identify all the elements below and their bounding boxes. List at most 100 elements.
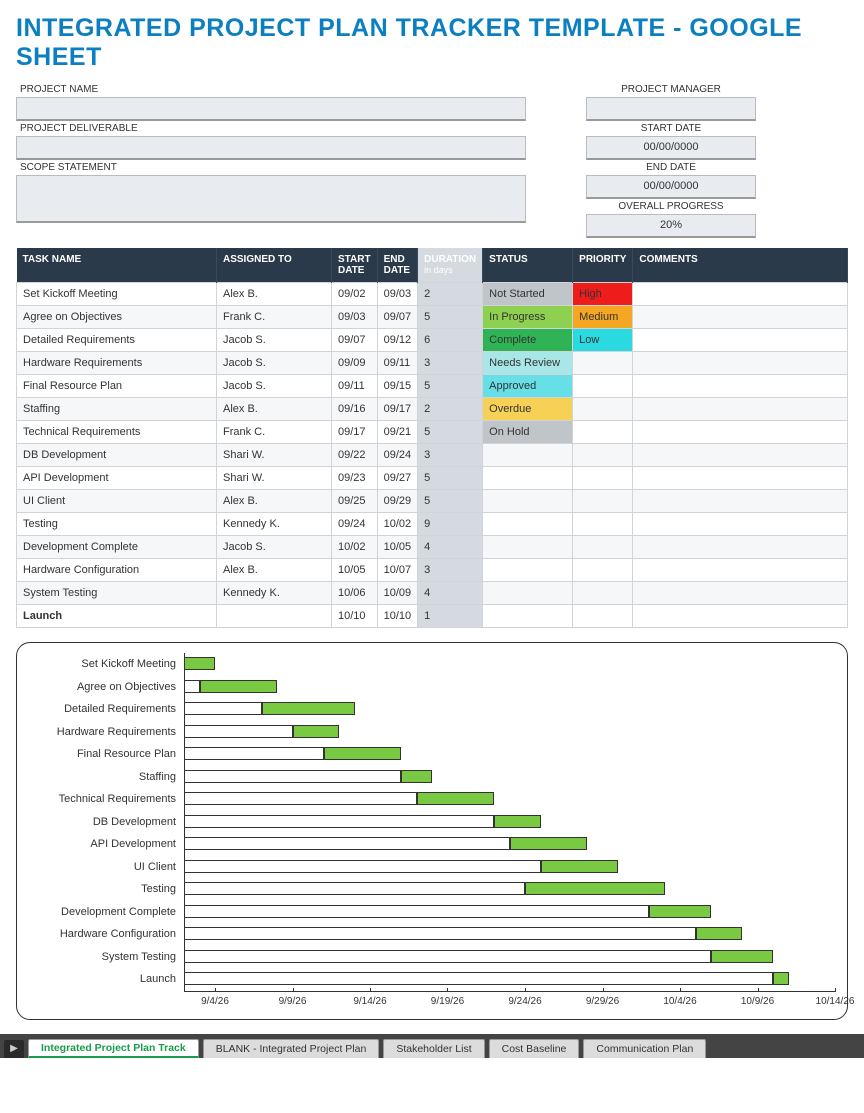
cell-task[interactable]: Final Resource Plan	[17, 375, 217, 398]
cell-start[interactable]: 09/09	[332, 352, 378, 375]
table-row[interactable]: Development CompleteJacob S.10/0210/054	[17, 536, 848, 559]
cell-priority[interactable]	[573, 421, 633, 444]
cell-priority[interactable]: Medium	[573, 306, 633, 329]
cell-assigned[interactable]: Alex B.	[217, 490, 332, 513]
table-row[interactable]: Final Resource PlanJacob S.09/1109/155Ap…	[17, 375, 848, 398]
sheet-tab[interactable]: Cost Baseline	[489, 1039, 580, 1058]
sheet-tab[interactable]: BLANK - Integrated Project Plan	[203, 1039, 380, 1058]
scope-statement-input[interactable]	[16, 175, 526, 223]
cell-duration[interactable]: 2	[418, 398, 483, 421]
cell-end[interactable]: 10/02	[377, 513, 418, 536]
cell-start[interactable]: 09/02	[332, 283, 378, 306]
cell-duration[interactable]: 6	[418, 329, 483, 352]
cell-end[interactable]: 10/07	[377, 559, 418, 582]
cell-status[interactable]	[483, 536, 573, 559]
cell-duration[interactable]: 3	[418, 559, 483, 582]
sheet-tab[interactable]: Integrated Project Plan Track	[28, 1039, 199, 1058]
cell-comments[interactable]	[633, 306, 848, 329]
table-row[interactable]: DB DevelopmentShari W.09/2209/243	[17, 444, 848, 467]
cell-end[interactable]: 09/17	[377, 398, 418, 421]
cell-comments[interactable]	[633, 398, 848, 421]
cell-priority[interactable]	[573, 536, 633, 559]
project-deliverable-input[interactable]	[16, 136, 526, 160]
sheet-nav-play-icon[interactable]: ▶	[4, 1040, 24, 1058]
cell-task[interactable]: Technical Requirements	[17, 421, 217, 444]
cell-task[interactable]: Hardware Requirements	[17, 352, 217, 375]
cell-start[interactable]: 09/22	[332, 444, 378, 467]
cell-assigned[interactable]: Kennedy K.	[217, 513, 332, 536]
table-row[interactable]: Launch10/1010/101	[17, 605, 848, 628]
cell-priority[interactable]	[573, 605, 633, 628]
table-row[interactable]: StaffingAlex B.09/1609/172Overdue	[17, 398, 848, 421]
cell-status[interactable]	[483, 513, 573, 536]
table-row[interactable]: Hardware ConfigurationAlex B.10/0510/073	[17, 559, 848, 582]
cell-task[interactable]: Set Kickoff Meeting	[17, 283, 217, 306]
cell-duration[interactable]: 4	[418, 536, 483, 559]
cell-priority[interactable]	[573, 490, 633, 513]
cell-start[interactable]: 09/23	[332, 467, 378, 490]
cell-status[interactable]: Approved	[483, 375, 573, 398]
cell-duration[interactable]: 5	[418, 421, 483, 444]
cell-assigned[interactable]: Jacob S.	[217, 329, 332, 352]
cell-task[interactable]: API Development	[17, 467, 217, 490]
cell-priority[interactable]: High	[573, 283, 633, 306]
cell-start[interactable]: 09/25	[332, 490, 378, 513]
cell-duration[interactable]: 3	[418, 444, 483, 467]
th-assigned[interactable]: ASSIGNED TO	[217, 248, 332, 283]
cell-comments[interactable]	[633, 283, 848, 306]
cell-comments[interactable]	[633, 559, 848, 582]
cell-comments[interactable]	[633, 444, 848, 467]
cell-assigned[interactable]: Jacob S.	[217, 375, 332, 398]
th-duration[interactable]: DURATIONin days	[418, 248, 483, 283]
table-row[interactable]: Agree on ObjectivesFrank C.09/0309/075In…	[17, 306, 848, 329]
cell-task[interactable]: Staffing	[17, 398, 217, 421]
cell-priority[interactable]	[573, 398, 633, 421]
cell-comments[interactable]	[633, 582, 848, 605]
cell-assigned[interactable]: Jacob S.	[217, 352, 332, 375]
th-end[interactable]: END DATE	[377, 248, 418, 283]
cell-end[interactable]: 09/27	[377, 467, 418, 490]
cell-task[interactable]: UI Client	[17, 490, 217, 513]
cell-end[interactable]: 10/10	[377, 605, 418, 628]
cell-duration[interactable]: 4	[418, 582, 483, 605]
cell-start[interactable]: 09/17	[332, 421, 378, 444]
cell-priority[interactable]	[573, 352, 633, 375]
cell-end[interactable]: 09/12	[377, 329, 418, 352]
cell-assigned[interactable]: Kennedy K.	[217, 582, 332, 605]
cell-priority[interactable]	[573, 467, 633, 490]
cell-task[interactable]: Agree on Objectives	[17, 306, 217, 329]
cell-comments[interactable]	[633, 490, 848, 513]
cell-status[interactable]	[483, 559, 573, 582]
cell-comments[interactable]	[633, 605, 848, 628]
cell-duration[interactable]: 5	[418, 306, 483, 329]
th-start[interactable]: START DATE	[332, 248, 378, 283]
cell-priority[interactable]	[573, 559, 633, 582]
sheet-tab[interactable]: Stakeholder List	[383, 1039, 484, 1058]
cell-status[interactable]	[483, 467, 573, 490]
cell-status[interactable]: Overdue	[483, 398, 573, 421]
table-row[interactable]: Set Kickoff MeetingAlex B.09/0209/032Not…	[17, 283, 848, 306]
table-row[interactable]: TestingKennedy K.09/2410/029	[17, 513, 848, 536]
cell-comments[interactable]	[633, 375, 848, 398]
cell-status[interactable]: Needs Review	[483, 352, 573, 375]
cell-priority[interactable]	[573, 582, 633, 605]
start-date-input[interactable]: 00/00/0000	[586, 136, 756, 160]
table-row[interactable]: Detailed RequirementsJacob S.09/0709/126…	[17, 329, 848, 352]
cell-priority[interactable]	[573, 444, 633, 467]
cell-start[interactable]: 09/03	[332, 306, 378, 329]
table-row[interactable]: Technical RequirementsFrank C.09/1709/21…	[17, 421, 848, 444]
cell-comments[interactable]	[633, 513, 848, 536]
cell-start[interactable]: 10/05	[332, 559, 378, 582]
cell-status[interactable]: Not Started	[483, 283, 573, 306]
cell-end[interactable]: 09/24	[377, 444, 418, 467]
cell-end[interactable]: 10/09	[377, 582, 418, 605]
table-row[interactable]: System TestingKennedy K.10/0610/094	[17, 582, 848, 605]
cell-end[interactable]: 09/21	[377, 421, 418, 444]
cell-assigned[interactable]: Frank C.	[217, 421, 332, 444]
cell-status[interactable]	[483, 582, 573, 605]
cell-start[interactable]: 09/16	[332, 398, 378, 421]
cell-duration[interactable]: 5	[418, 490, 483, 513]
cell-comments[interactable]	[633, 352, 848, 375]
cell-start[interactable]: 10/06	[332, 582, 378, 605]
cell-assigned[interactable]: Shari W.	[217, 467, 332, 490]
